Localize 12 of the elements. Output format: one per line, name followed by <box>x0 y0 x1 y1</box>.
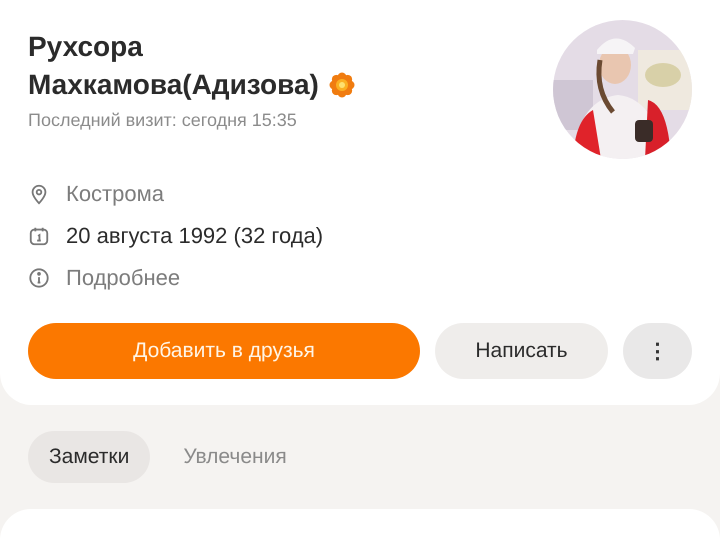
calendar-icon <box>28 225 50 247</box>
detail-text[interactable]: Подробнее <box>66 265 180 291</box>
tab[interactable]: Заметки <box>28 431 150 483</box>
more-button[interactable]: ⋮ <box>623 323 692 379</box>
detail-text: Кострома <box>66 181 164 207</box>
profile-name: Рухсора <box>28 30 144 64</box>
info-icon <box>28 267 50 289</box>
profile-name: Махкамова(Адизова) <box>28 68 319 102</box>
flower-badge-icon <box>328 72 355 98</box>
message-button[interactable]: Написать <box>435 323 608 379</box>
last-visit-text: Последний визит: сегодня 15:35 <box>28 110 298 131</box>
detail-text: 20 августа 1992 (32 года) <box>66 223 324 249</box>
